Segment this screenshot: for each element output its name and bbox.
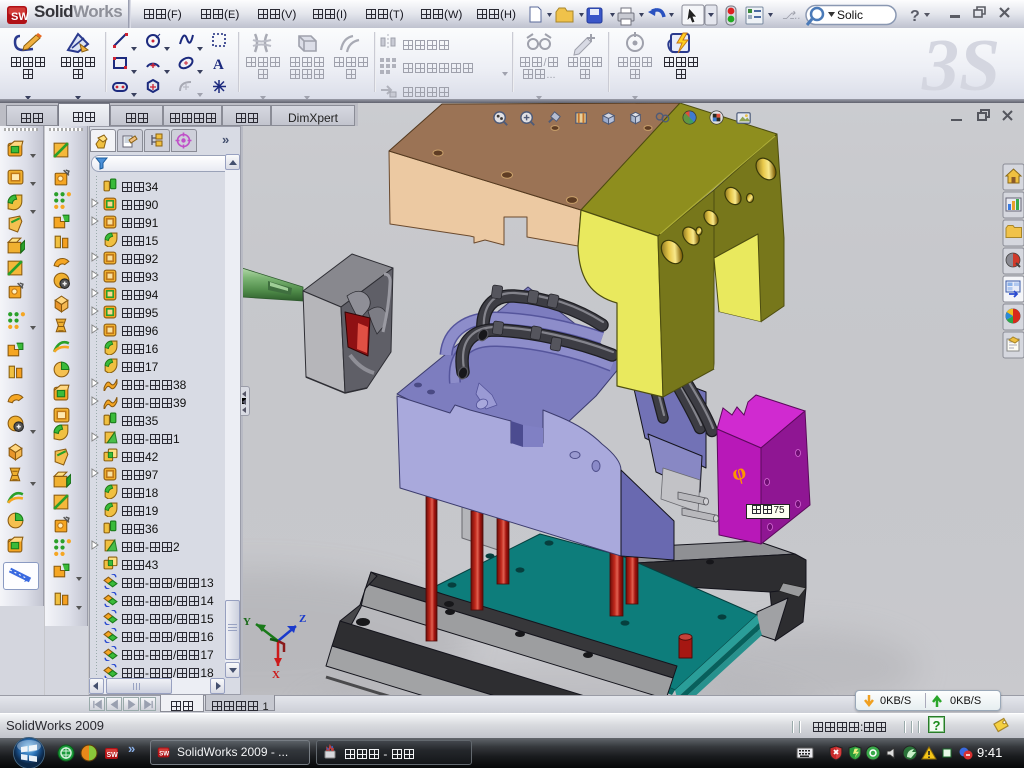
svg-text:Z: Z xyxy=(299,613,306,625)
svg-text:SW: SW xyxy=(159,751,169,758)
svg-text:⎇..: ⎇.. xyxy=(782,10,801,22)
svg-text:SW: SW xyxy=(107,752,119,759)
svg-text:Solic: Solic xyxy=(837,8,863,22)
svg-text:?: ? xyxy=(910,8,920,25)
svg-text:Y: Y xyxy=(243,616,251,628)
svg-text:A: A xyxy=(213,57,224,72)
svg-text:X: X xyxy=(272,669,280,681)
svg-text:SW: SW xyxy=(11,11,29,23)
